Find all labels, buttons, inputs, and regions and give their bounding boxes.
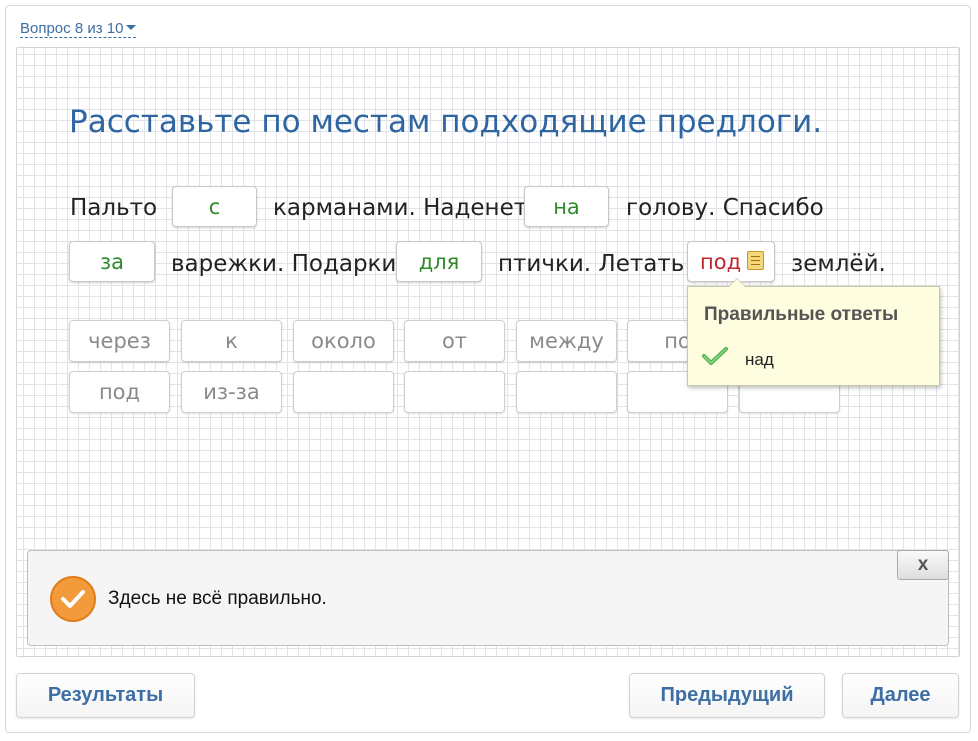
text-fragment: голову. Спасибо	[626, 195, 824, 221]
answer-slot-5[interactable]: под	[687, 241, 775, 282]
note-icon[interactable]	[747, 251, 764, 270]
answer-slot-2[interactable]: на	[524, 186, 609, 227]
exercise-board: Расставьте по местам подходящие предлоги…	[16, 47, 960, 657]
text-fragment: Пальто	[70, 195, 158, 221]
next-button[interactable]: Далее	[842, 673, 959, 718]
answer-slot-1[interactable]: с	[172, 186, 257, 227]
text-fragment: землёй.	[791, 251, 886, 277]
text-fragment: варежки. Подарки	[171, 251, 397, 277]
text-fragment: птички. Летать	[498, 251, 685, 277]
bank-chip-empty	[516, 371, 617, 413]
correct-answers-tooltip: Правильные ответы над	[687, 278, 940, 386]
bank-chip[interactable]: между	[516, 320, 617, 362]
warning-check-icon	[50, 576, 96, 622]
bank-chip-empty	[293, 371, 394, 413]
bank-chip[interactable]: через	[69, 320, 170, 362]
text-fragment: карманами. Наденет	[273, 195, 528, 221]
check-icon	[702, 347, 728, 365]
tooltip-title: Правильные ответы	[704, 304, 899, 325]
slot-value: под	[700, 249, 742, 274]
bank-chip[interactable]: около	[293, 320, 394, 362]
bank-chip[interactable]: к	[181, 320, 282, 362]
tooltip-answer: над	[745, 350, 774, 369]
question-label: Вопрос 8 из 10	[20, 20, 124, 37]
previous-button[interactable]: Предыдущий	[629, 673, 825, 718]
bank-chip[interactable]: из-за	[181, 371, 282, 413]
close-button[interactable]: x	[897, 550, 949, 580]
answer-slot-3[interactable]: за	[69, 241, 155, 282]
bank-chip[interactable]: от	[404, 320, 505, 362]
feedback-panel: x Здесь не всё правильно.	[27, 550, 949, 646]
answer-slot-4[interactable]: для	[396, 241, 482, 282]
bank-chip-empty	[404, 371, 505, 413]
caret-down-icon	[126, 25, 137, 30]
question-navigator[interactable]: Вопрос 8 из 10	[20, 20, 137, 38]
bank-chip[interactable]: под	[69, 371, 170, 413]
task-title: Расставьте по местам подходящие предлоги…	[69, 104, 823, 140]
results-button[interactable]: Результаты	[16, 673, 195, 718]
feedback-text: Здесь не всё правильно.	[108, 588, 327, 609]
